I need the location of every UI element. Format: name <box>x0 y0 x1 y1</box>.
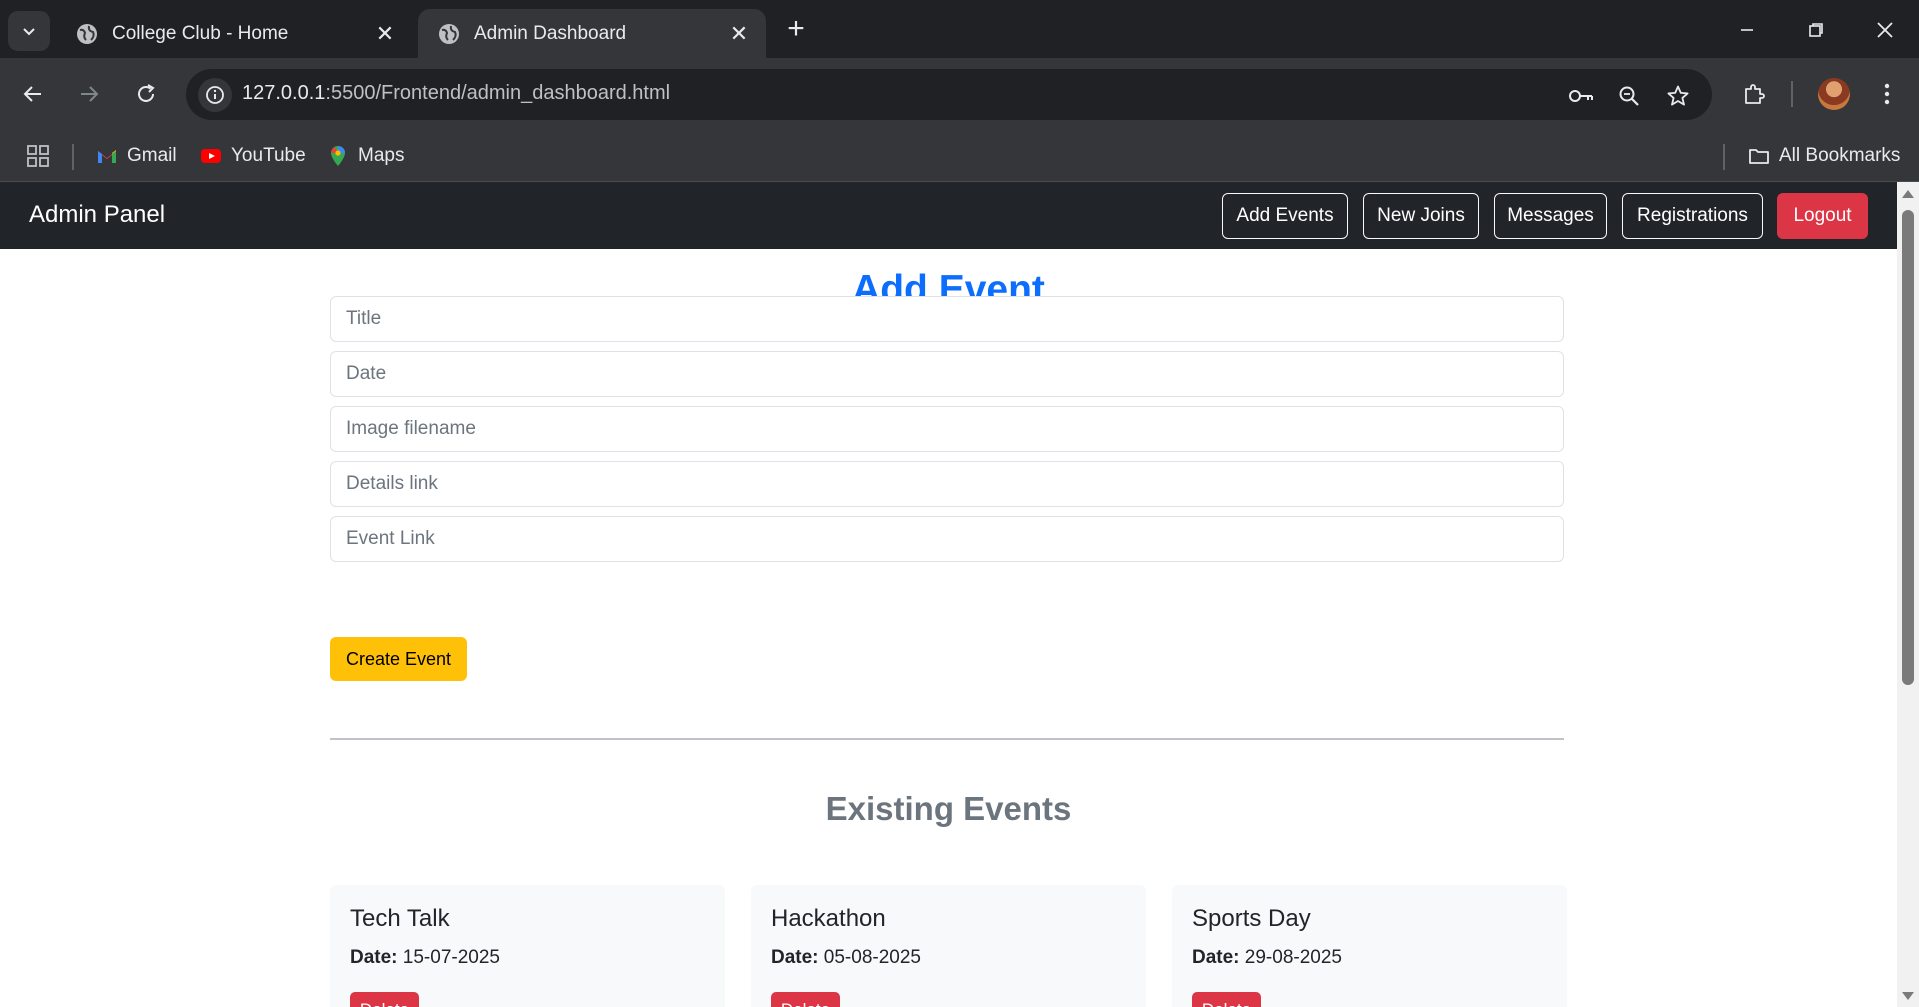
delete-event-button[interactable]: Delete <box>350 992 419 1007</box>
zoom-out-icon <box>1619 86 1639 106</box>
all-bookmarks-label: All Bookmarks <box>1779 145 1901 166</box>
maps-icon <box>331 146 345 166</box>
event-details-link-input[interactable] <box>330 461 1564 507</box>
bookmark-star-button[interactable] <box>1663 81 1693 111</box>
bookmark-maps[interactable]: Maps <box>327 142 404 170</box>
reload-icon <box>138 84 155 102</box>
event-date-value: 05-08-2025 <box>823 947 921 968</box>
date-label: Date: <box>1192 947 1240 968</box>
page-scrollbar[interactable] <box>1897 182 1919 1007</box>
event-card-date: Date: 29-08-2025 <box>1192 947 1342 969</box>
tab-search-button[interactable] <box>8 11 50 51</box>
reload-button[interactable] <box>126 74 166 114</box>
event-card: Tech Talk Date: 15-07-2025 Delete <box>330 885 725 1007</box>
nav-new-joins-button[interactable]: New Joins <box>1363 193 1479 239</box>
scroll-down-arrow[interactable] <box>1902 992 1914 1000</box>
date-label: Date: <box>350 947 398 968</box>
apps-button[interactable] <box>26 142 50 170</box>
event-date-input[interactable] <box>330 351 1564 397</box>
page-viewport: Admin Panel Add Events New Joins Message… <box>0 182 1897 1007</box>
event-card-title: Hackathon <box>771 905 886 932</box>
close-tab-icon[interactable]: ✕ <box>726 21 752 47</box>
browser-tab[interactable]: College Club - Home ✕ <box>56 9 412 58</box>
bookmarks-divider <box>1723 144 1725 170</box>
event-date-value: 29-08-2025 <box>1244 947 1342 968</box>
arrow-left-icon <box>23 86 41 102</box>
address-bar[interactable]: 127.0.0.1:5500/Frontend/admin_dashboard.… <box>186 69 1712 120</box>
close-tab-icon[interactable]: ✕ <box>372 21 398 47</box>
more-vertical-icon <box>1884 83 1890 105</box>
back-button[interactable] <box>13 74 53 114</box>
tab-title: Admin Dashboard <box>474 22 627 44</box>
youtube-icon <box>201 149 221 163</box>
existing-events-heading: Existing Events <box>825 790 1072 827</box>
browser-menu-button[interactable] <box>1867 74 1907 114</box>
profile-avatar[interactable] <box>1818 78 1850 110</box>
event-card: Sports Day Date: 29-08-2025 Delete <box>1172 885 1567 1007</box>
minimize-button[interactable] <box>1722 10 1772 50</box>
event-link-input[interactable] <box>330 516 1564 562</box>
event-card-title: Sports Day <box>1192 905 1311 932</box>
zoom-button[interactable] <box>1614 81 1644 111</box>
event-date-value: 15-07-2025 <box>402 947 500 968</box>
event-title-input[interactable] <box>330 296 1564 342</box>
key-icon <box>1569 90 1593 102</box>
password-key-button[interactable] <box>1566 81 1596 111</box>
admin-navbar: Admin Panel Add Events New Joins Message… <box>0 182 1897 249</box>
browser-tabstrip: College Club - Home ✕ Admin Dashboard ✕ … <box>0 0 1919 58</box>
create-event-button[interactable]: Create Event <box>330 637 467 681</box>
scroll-up-arrow[interactable] <box>1902 190 1914 198</box>
nav-messages-button[interactable]: Messages <box>1494 193 1607 239</box>
delete-event-button[interactable]: Delete <box>1192 992 1261 1007</box>
toolbar-divider <box>1791 81 1793 107</box>
info-icon <box>206 86 224 104</box>
star-icon <box>1667 85 1689 106</box>
arrow-right-icon <box>81 86 99 102</box>
restore-icon <box>1809 23 1823 37</box>
new-tab-button[interactable]: + <box>780 14 812 46</box>
event-card-title: Tech Talk <box>350 905 450 932</box>
globe-icon <box>439 23 459 44</box>
brand-title[interactable]: Admin Panel <box>29 201 165 229</box>
nav-registrations-button[interactable]: Registrations <box>1622 193 1763 239</box>
all-bookmarks-button[interactable]: All Bookmarks <box>1748 142 1900 170</box>
folder-icon <box>1749 149 1769 164</box>
site-info-button[interactable] <box>198 78 232 112</box>
url-path: :5500/Frontend/admin_dashboard.html <box>325 82 671 104</box>
event-card-date: Date: 15-07-2025 <box>350 947 500 969</box>
tab-title: College Club - Home <box>112 22 289 44</box>
delete-event-button[interactable]: Delete <box>771 992 840 1007</box>
url-host: 127.0.0.1 <box>242 82 326 104</box>
bookmark-label: YouTube <box>231 145 306 166</box>
browser-toolbar: 127.0.0.1:5500/Frontend/admin_dashboard.… <box>0 58 1919 130</box>
close-icon <box>1877 22 1893 38</box>
globe-icon <box>77 23 97 44</box>
extensions-button[interactable] <box>1734 74 1774 114</box>
apps-grid-icon <box>27 145 49 167</box>
restore-button[interactable] <box>1791 10 1841 50</box>
section-divider <box>330 738 1564 740</box>
bookmark-label: Gmail <box>127 145 177 166</box>
bookmarks-bar: Gmail YouTube Maps All Bookmarks <box>0 130 1919 182</box>
bookmark-gmail[interactable]: Gmail <box>96 142 177 170</box>
forward-button[interactable] <box>69 74 109 114</box>
scrollbar-thumb[interactable] <box>1902 210 1914 685</box>
bookmark-youtube[interactable]: YouTube <box>200 142 306 170</box>
event-card: Hackathon Date: 05-08-2025 Delete <box>751 885 1146 1007</box>
minimize-icon <box>1741 29 1753 31</box>
chevron-down-icon <box>23 28 35 36</box>
bookmark-label: Maps <box>358 145 405 166</box>
close-window-button[interactable] <box>1860 10 1910 50</box>
bookmarks-divider <box>72 144 74 170</box>
event-image-input[interactable] <box>330 406 1564 452</box>
url-text[interactable]: 127.0.0.1:5500/Frontend/admin_dashboard.… <box>242 82 670 105</box>
logout-button[interactable]: Logout <box>1777 193 1868 239</box>
gmail-icon <box>98 150 116 163</box>
date-label: Date: <box>771 947 819 968</box>
browser-tab-active[interactable]: Admin Dashboard ✕ <box>418 9 766 58</box>
event-card-date: Date: 05-08-2025 <box>771 947 921 969</box>
puzzle-icon <box>1745 84 1765 104</box>
nav-add-events-button[interactable]: Add Events <box>1222 193 1348 239</box>
